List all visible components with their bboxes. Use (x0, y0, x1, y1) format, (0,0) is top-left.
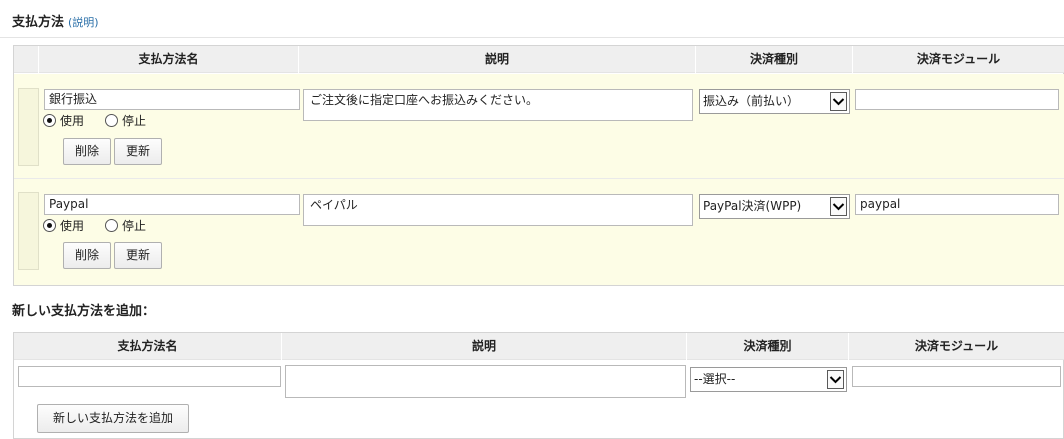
header-description: 説明 (299, 46, 696, 73)
page-title: 支払方法 (説明) (12, 11, 99, 30)
method-name-input[interactable]: 銀行振込 (44, 89, 300, 110)
radio-label: 使用 (60, 219, 85, 233)
new-payment-type-value: --選択-- (694, 372, 736, 386)
radio-stop[interactable]: 停止 (105, 112, 146, 129)
delete-button[interactable]: 削除 (63, 242, 111, 269)
update-button[interactable]: 更新 (114, 242, 162, 269)
delete-button[interactable]: 削除 (63, 138, 111, 165)
module-input[interactable]: paypal (855, 194, 1059, 215)
radio-icon (105, 114, 118, 127)
method-name-input[interactable]: Paypal (44, 194, 300, 215)
new-module-input[interactable] (852, 366, 1061, 387)
add-header-payment-type: 決済種別 (687, 333, 849, 360)
header-name: 支払方法名 (39, 46, 299, 73)
new-method-name-input[interactable] (18, 366, 281, 387)
new-description-textarea[interactable] (285, 365, 686, 398)
add-header-description: 説明 (282, 333, 687, 360)
add-section-title: 新しい支払方法を追加： (12, 304, 156, 319)
radio-label: 停止 (122, 114, 147, 128)
radio-label: 使用 (60, 114, 85, 128)
radio-icon (43, 114, 56, 127)
drag-handle[interactable] (18, 192, 39, 270)
radio-use[interactable]: 使用 (43, 217, 84, 234)
description-textarea[interactable]: ペイパル (303, 194, 693, 226)
description-textarea[interactable]: ご注文後に指定口座へお振込みください。 (303, 89, 693, 121)
payment-type-select[interactable]: 振込み（前払い） (699, 89, 850, 114)
module-input[interactable] (855, 89, 1059, 110)
add-header-name: 支払方法名 (14, 333, 282, 360)
chevron-down-icon (830, 197, 847, 216)
header-handle (14, 46, 39, 73)
payment-type-select[interactable]: PayPal決済(WPP) (699, 194, 850, 219)
update-button[interactable]: 更新 (114, 138, 162, 165)
radio-icon (43, 219, 56, 232)
payment-type-value: PayPal決済(WPP) (703, 199, 802, 213)
new-payment-type-select[interactable]: --選択-- (690, 367, 847, 392)
payment-type-value: 振込み（前払い） (703, 94, 800, 108)
chevron-down-icon (830, 92, 847, 111)
drag-handle[interactable] (18, 88, 39, 166)
add-header-module: 決済モジュール (914, 339, 999, 353)
header-module: 決済モジュール (916, 52, 1001, 66)
radio-label: 停止 (122, 219, 147, 233)
radio-icon (105, 219, 118, 232)
help-link[interactable]: (説明) (68, 16, 99, 29)
page-title-text: 支払方法 (12, 15, 65, 30)
radio-use[interactable]: 使用 (43, 112, 84, 129)
add-method-button[interactable]: 新しい支払方法を追加 (37, 404, 189, 433)
chevron-down-icon (827, 370, 844, 389)
divider (0, 37, 1064, 38)
header-payment-type: 決済種別 (696, 46, 853, 73)
radio-stop[interactable]: 停止 (105, 217, 146, 234)
